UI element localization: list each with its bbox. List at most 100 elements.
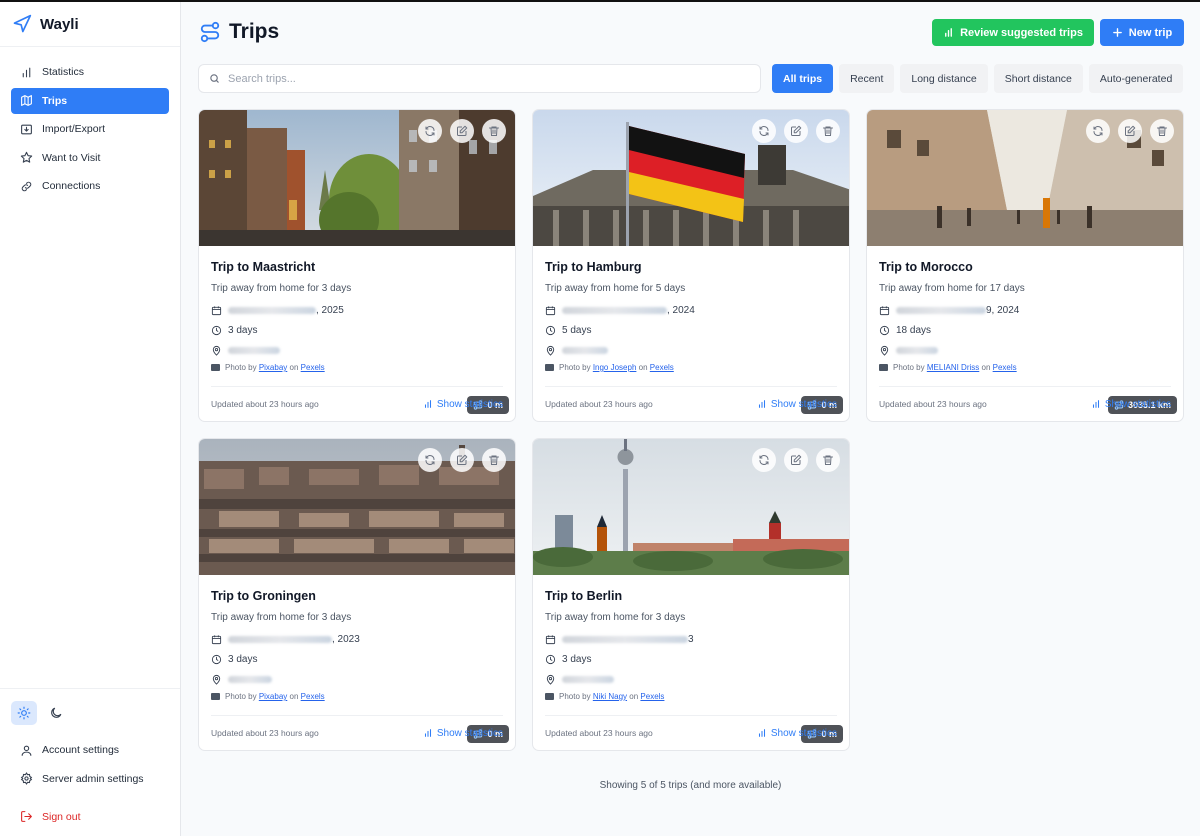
trip-description: Trip away from home for 3 days: [211, 612, 352, 623]
edit-trip-button[interactable]: [450, 448, 474, 472]
filter-all-trips[interactable]: All trips: [772, 64, 834, 93]
date-end: 3: [688, 634, 694, 645]
source-link[interactable]: Pexels: [640, 692, 664, 701]
search-input[interactable]: [228, 72, 728, 85]
show-statistics-link[interactable]: Show statistics: [757, 728, 837, 739]
edit-trip-button[interactable]: [784, 448, 808, 472]
brand[interactable]: Wayli: [0, 2, 180, 47]
photographer-link[interactable]: Niki Nagy: [593, 692, 627, 701]
edit-icon: [457, 125, 468, 136]
server-admin-settings-link[interactable]: Server admin settings: [11, 766, 169, 792]
source-link[interactable]: Pexels: [301, 692, 325, 701]
new-trip-button[interactable]: New trip: [1100, 19, 1184, 46]
filter-auto-generated[interactable]: Auto-generated: [1088, 64, 1184, 93]
sidebar-item-label: Import/Export: [42, 123, 106, 135]
sun-icon: [17, 706, 31, 720]
sidebar-bottom: Account settings Server admin settings S…: [0, 688, 180, 832]
review-suggested-trips-button[interactable]: Review suggested trips: [932, 19, 1094, 46]
camera-icon: [211, 364, 220, 371]
sidebar: Wayli Statistics Trips Import/Export Wan…: [0, 2, 181, 836]
logout-icon: [21, 811, 32, 822]
show-statistics-label: Show statistics: [436, 727, 503, 739]
filter-short-distance[interactable]: Short distance: [993, 64, 1083, 93]
search-icon: [210, 74, 219, 83]
sign-out-link[interactable]: Sign out: [11, 804, 169, 830]
photographer-link[interactable]: Pixabay: [259, 363, 287, 372]
show-statistics-link[interactable]: Show statistics: [423, 399, 503, 410]
trip-location: [211, 673, 503, 686]
duration-value: 3 days: [228, 325, 258, 336]
clock-icon: [211, 654, 222, 665]
redacted-date: [228, 635, 332, 643]
filter-long-distance[interactable]: Long distance: [900, 64, 988, 93]
trip-card[interactable]: 0 m Trip to Hamburg Trip away from home …: [532, 109, 850, 422]
sidebar-item-want-to-visit[interactable]: Want to Visit: [11, 145, 169, 171]
sidebar-item-trips[interactable]: Trips: [11, 87, 169, 114]
trip-title: Trip to Maastricht: [211, 260, 316, 274]
card-body: Trip to Maastricht Trip away from home f…: [211, 260, 503, 372]
delete-trip-button[interactable]: [482, 119, 506, 143]
refresh-image-button[interactable]: [752, 448, 776, 472]
edit-icon: [1125, 125, 1136, 136]
refresh-image-button[interactable]: [418, 448, 442, 472]
photo-credit: Photo by Pixabay on Pexels: [211, 692, 503, 701]
sidebar-item-label: Trips: [42, 94, 68, 107]
light-theme-button[interactable]: [11, 701, 37, 725]
photographer-link[interactable]: Pixabay: [259, 692, 287, 701]
delete-trip-button[interactable]: [816, 119, 840, 143]
camera-icon: [545, 364, 554, 371]
show-statistics-link[interactable]: Show statistics: [1091, 399, 1171, 410]
show-statistics-label: Show statistics: [436, 398, 503, 410]
updated-text: Updated about 23 hours ago: [211, 728, 319, 738]
trip-duration: 3 days: [211, 324, 503, 337]
updated-text: Updated about 23 hours ago: [879, 399, 987, 409]
photographer-link[interactable]: MELIANI Driss: [927, 363, 979, 372]
sidebar-item-statistics[interactable]: Statistics: [11, 59, 169, 85]
sidebar-item-import-export[interactable]: Import/Export: [11, 116, 169, 142]
redacted-location: [562, 675, 614, 683]
account-settings-link[interactable]: Account settings: [11, 737, 169, 763]
filter-recent[interactable]: Recent: [839, 64, 895, 93]
delete-trip-button[interactable]: [482, 448, 506, 472]
trash-icon: [489, 126, 499, 136]
refresh-image-button[interactable]: [752, 119, 776, 143]
edit-trip-button[interactable]: [784, 119, 808, 143]
card-footer: Updated about 23 hours ago Show statisti…: [545, 715, 837, 750]
user-icon: [21, 745, 32, 756]
credit-on: on: [629, 692, 639, 701]
duration-value: 18 days: [896, 325, 932, 336]
trash-icon: [489, 455, 499, 465]
results-count: Showing 5 of 5 trips (and more available…: [599, 780, 782, 791]
delete-trip-button[interactable]: [816, 448, 840, 472]
dark-theme-button[interactable]: [43, 701, 69, 725]
source-link[interactable]: Pexels: [993, 363, 1017, 372]
link-icon: [21, 181, 32, 191]
photographer-link[interactable]: Ingo Joseph: [593, 363, 637, 372]
show-statistics-link[interactable]: Show statistics: [757, 399, 837, 410]
edit-icon: [791, 454, 802, 465]
map-pin-icon: [546, 345, 555, 356]
trip-card[interactable]: 3035.1 km Trip to Morocco Trip away from…: [866, 109, 1184, 422]
server-admin-settings-label: Server admin settings: [42, 772, 144, 785]
trip-card[interactable]: 0 m Trip to Maastricht Trip away from ho…: [198, 109, 516, 422]
delete-trip-button[interactable]: [1150, 119, 1174, 143]
photo-credit: Photo by Pixabay on Pexels: [211, 363, 503, 372]
trip-card[interactable]: 0 m Trip to Groningen Trip away from hom…: [198, 438, 516, 751]
trip-card[interactable]: 0 m Trip to Berlin Trip away from home f…: [532, 438, 850, 751]
card-actions: [418, 119, 506, 143]
search-box[interactable]: [198, 64, 761, 93]
edit-trip-button[interactable]: [1118, 119, 1142, 143]
redacted-date: [562, 635, 688, 643]
duration-value: 3 days: [562, 654, 592, 665]
date-end: 9, 2024: [986, 305, 1020, 316]
refresh-image-button[interactable]: [418, 119, 442, 143]
refresh-image-button[interactable]: [1086, 119, 1110, 143]
clock-icon: [545, 654, 556, 665]
show-statistics-link[interactable]: Show statistics: [423, 728, 503, 739]
edit-trip-button[interactable]: [450, 119, 474, 143]
source-link[interactable]: Pexels: [650, 363, 674, 372]
app-name: Wayli: [40, 15, 79, 33]
sidebar-item-connections[interactable]: Connections: [11, 173, 169, 199]
source-link[interactable]: Pexels: [301, 363, 325, 372]
redacted-date: [896, 306, 986, 314]
